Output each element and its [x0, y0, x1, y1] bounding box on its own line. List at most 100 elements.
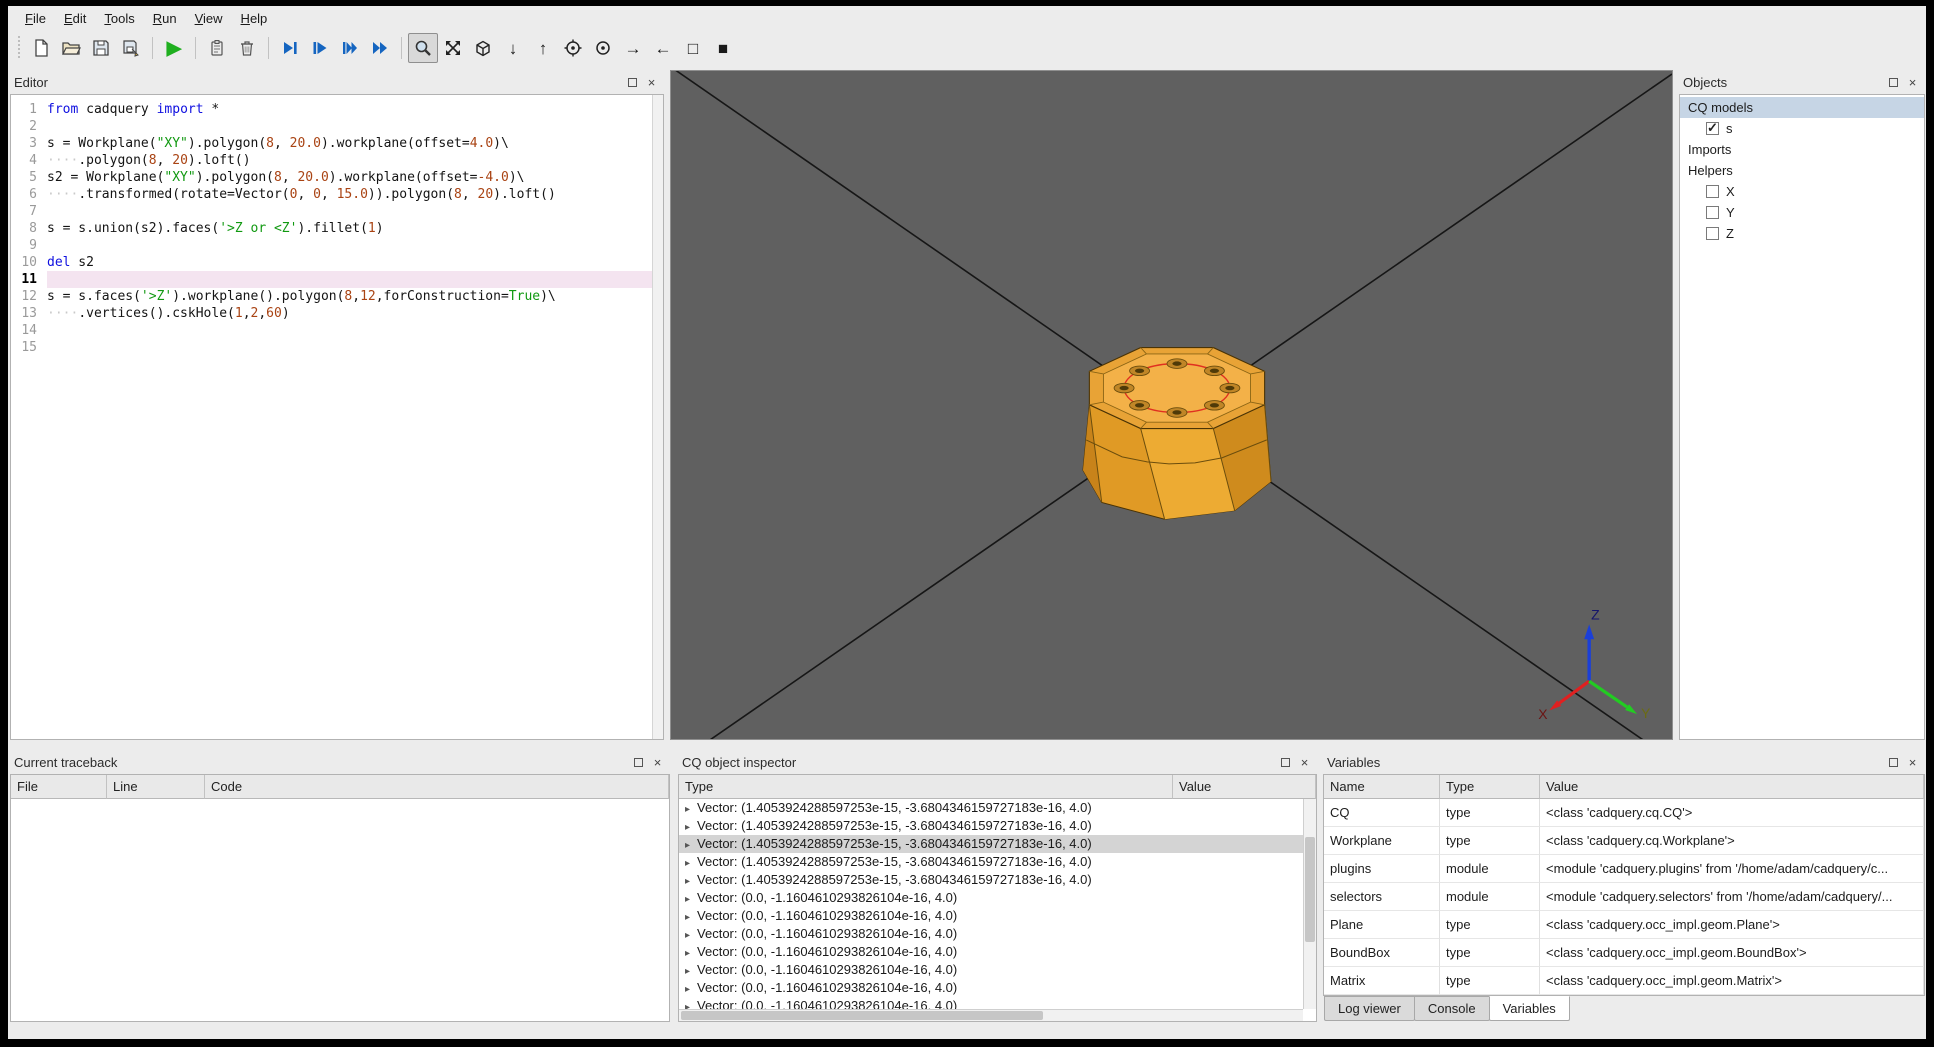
tree-group-imports[interactable]: Imports: [1680, 139, 1924, 160]
variable-row[interactable]: BoundBox type <class 'cadquery.occ_impl.ge…: [1324, 939, 1924, 967]
scrollbar-thumb[interactable]: [681, 1011, 1043, 1020]
menu-run[interactable]: Run: [144, 8, 186, 29]
line-number[interactable]: 8: [11, 220, 47, 237]
traceback-col-line[interactable]: Line: [107, 775, 205, 799]
expand-arrow-icon[interactable]: ▸: [685, 912, 690, 923]
debug-continue-button[interactable]: [365, 33, 395, 63]
inspector-row[interactable]: ▸ Vector: (1.4053924288597253e-15, -3.680…: [679, 871, 1303, 889]
inspector-row[interactable]: ▸ Vector: (1.4053924288597253e-15, -3.680…: [679, 853, 1303, 871]
tab-console[interactable]: Console: [1413, 996, 1490, 1021]
checkbox[interactable]: [1706, 227, 1719, 240]
expand-arrow-icon[interactable]: ▸: [685, 840, 690, 851]
tree-group-cq-models[interactable]: CQ models: [1680, 97, 1924, 118]
expand-arrow-icon[interactable]: ▸: [685, 894, 690, 905]
expand-arrow-icon[interactable]: ▸: [685, 984, 690, 995]
debug-step-into-button[interactable]: [305, 33, 335, 63]
inspector-col-value[interactable]: Value: [1173, 775, 1316, 799]
tree-item-x[interactable]: X: [1680, 181, 1924, 202]
top-view-button[interactable]: ↓: [498, 33, 528, 63]
back-view-button[interactable]: [588, 33, 618, 63]
save-as-button[interactable]: [116, 33, 146, 63]
line-number[interactable]: 15: [11, 339, 47, 356]
code-line[interactable]: 6 ····.transformed(rotate=Vector(0, 0, 15…: [11, 186, 663, 203]
debug-step-button[interactable]: [275, 33, 305, 63]
tree-item-s[interactable]: s: [1680, 118, 1924, 139]
line-number[interactable]: 2: [11, 118, 47, 135]
code-line[interactable]: 15: [11, 339, 663, 356]
inspector-row[interactable]: ▸ Vector: (0.0, -1.1604610293826104e-16, …: [679, 961, 1303, 979]
tab-variables[interactable]: Variables: [1488, 996, 1570, 1021]
code-line[interactable]: 2: [11, 118, 663, 135]
line-number[interactable]: 7: [11, 203, 47, 220]
checkbox[interactable]: [1706, 206, 1719, 219]
inspector-row[interactable]: ▸ Vector: (0.0, -1.1604610293826104e-16, …: [679, 943, 1303, 961]
line-number[interactable]: 4: [11, 152, 47, 169]
variable-row[interactable]: plugins module <module 'cadquery.plugins' …: [1324, 855, 1924, 883]
variable-row[interactable]: Workplane type <class 'cadquery.cq.Workpla…: [1324, 827, 1924, 855]
line-number[interactable]: 9: [11, 237, 47, 254]
line-number[interactable]: 5: [11, 169, 47, 186]
editor-scrollbar[interactable]: [652, 95, 663, 739]
variables-col-name[interactable]: Name: [1324, 775, 1440, 799]
line-number[interactable]: 11: [11, 271, 47, 288]
menu-edit[interactable]: Edit: [55, 8, 95, 29]
menu-help[interactable]: Help: [232, 8, 277, 29]
code-line[interactable]: 3s = Workplane("XY").polygon(8, 20.0).wo…: [11, 135, 663, 152]
bottom-view-button[interactable]: ↑: [528, 33, 558, 63]
menu-file[interactable]: File: [16, 8, 55, 29]
render-button[interactable]: ▶: [159, 33, 189, 63]
inspector-row[interactable]: ▸ Vector: (0.0, -1.1604610293826104e-16, …: [679, 907, 1303, 925]
variables-col-value[interactable]: Value: [1540, 775, 1924, 799]
code-line[interactable]: 8s = s.union(s2).faces('>Z or <Z').fille…: [11, 220, 663, 237]
expand-arrow-icon[interactable]: ▸: [685, 1002, 690, 1009]
expand-arrow-icon[interactable]: ▸: [685, 876, 690, 887]
scrollbar-thumb[interactable]: [1305, 836, 1315, 942]
inspector-float-button[interactable]: [1277, 754, 1294, 771]
code-editor[interactable]: 1 from cadquery import * 2 3 s = Workplane("…: [10, 94, 664, 740]
checkbox[interactable]: [1706, 120, 1719, 136]
code-line[interactable]: 13 ····.vertices().cskHole(1,2,60): [11, 305, 663, 322]
code-line[interactable]: 4 ····.polygon(8, 20).loft(): [11, 152, 663, 169]
objects-float-button[interactable]: [1885, 74, 1902, 91]
inspector-close-button[interactable]: ×: [1296, 754, 1313, 771]
tree-group-helpers[interactable]: Helpers: [1680, 160, 1924, 181]
line-number[interactable]: 1: [11, 101, 47, 118]
traceback-float-button[interactable]: [630, 754, 647, 771]
open-file-button[interactable]: [56, 33, 86, 63]
inspector-hscrollbar[interactable]: [679, 1009, 1303, 1021]
front-view-button[interactable]: [558, 33, 588, 63]
tab-log-viewer[interactable]: Log viewer: [1324, 996, 1415, 1021]
traceback-close-button[interactable]: ×: [649, 754, 666, 771]
left-view-button[interactable]: ←: [648, 33, 678, 63]
delete-button[interactable]: [232, 33, 262, 63]
line-number[interactable]: 3: [11, 135, 47, 152]
variables-float-button[interactable]: [1885, 754, 1902, 771]
expand-arrow-icon[interactable]: ▸: [685, 930, 690, 941]
objects-close-button[interactable]: ×: [1904, 74, 1921, 91]
editor-close-button[interactable]: ×: [643, 74, 660, 91]
variables-col-type[interactable]: Type: [1440, 775, 1540, 799]
line-number[interactable]: 13: [11, 305, 47, 322]
line-number[interactable]: 6: [11, 186, 47, 203]
line-number[interactable]: 10: [11, 254, 47, 271]
code-line[interactable]: 11: [11, 271, 663, 288]
variable-row[interactable]: CQ type <class 'cadquery.cq.CQ'>: [1324, 799, 1924, 827]
checkbox[interactable]: [1706, 185, 1719, 198]
inspector-row[interactable]: ▸ Vector: (1.4053924288597253e-15, -3.680…: [679, 817, 1303, 835]
variable-row[interactable]: selectors module <module 'cadquery.selecto…: [1324, 883, 1924, 911]
iso-view-button[interactable]: [468, 33, 498, 63]
wireframe-view-button[interactable]: □: [678, 33, 708, 63]
viewport-3d[interactable]: Z X Y: [670, 70, 1673, 740]
variable-row[interactable]: Matrix type <class 'cadquery.occ_impl.geom…: [1324, 967, 1924, 995]
expand-arrow-icon[interactable]: ▸: [685, 948, 690, 959]
debug-step-out-button[interactable]: [335, 33, 365, 63]
code-line[interactable]: 10 del s2: [11, 254, 663, 271]
shaded-view-button[interactable]: ■: [708, 33, 738, 63]
expand-arrow-icon[interactable]: ▸: [685, 822, 690, 833]
tree-item-z[interactable]: Z: [1680, 223, 1924, 244]
expand-arrow-icon[interactable]: ▸: [685, 966, 690, 977]
line-number[interactable]: 12: [11, 288, 47, 305]
code-line[interactable]: 1 from cadquery import *: [11, 101, 663, 118]
zoom-button[interactable]: [408, 33, 438, 63]
traceback-col-code[interactable]: Code: [205, 775, 669, 799]
